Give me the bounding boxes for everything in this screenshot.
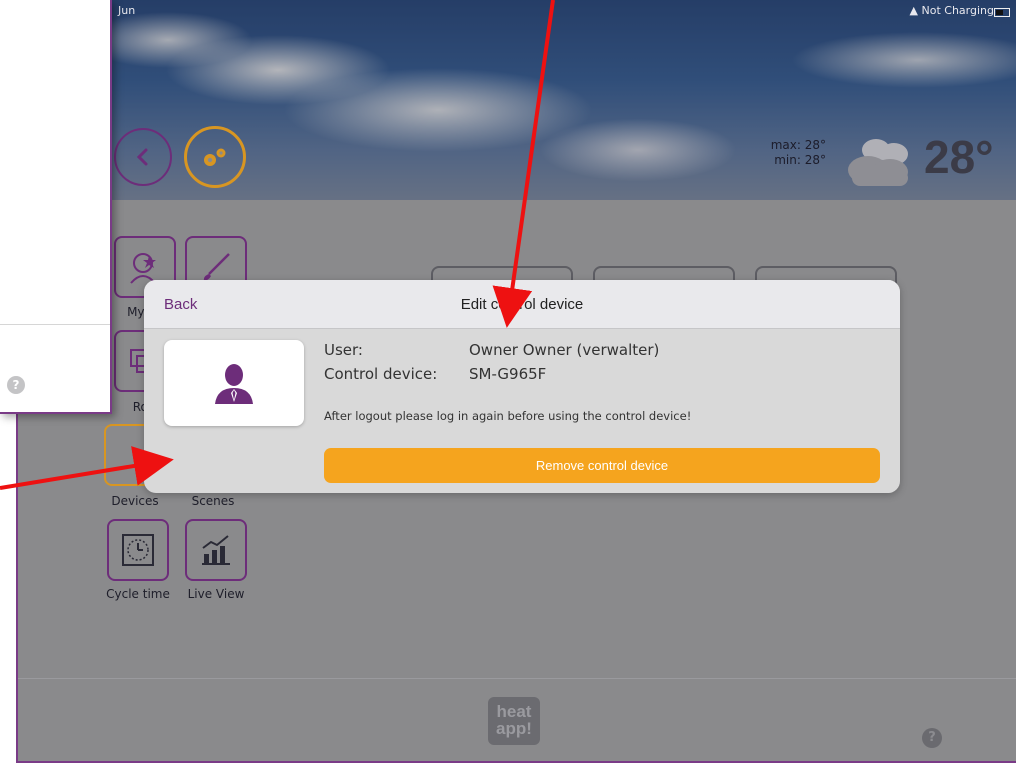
weather-maxmin: max: 28° min: 28° [756,138,826,168]
avatar [164,340,304,426]
tile-label-live-view: Live View [187,587,245,601]
heatapp-logo: heat app! [488,697,540,745]
panel-divider [0,324,110,325]
user-label: User: [324,341,363,359]
status-date: Jun [118,4,136,17]
weather-min: min: 28° [774,153,826,167]
back-button[interactable] [114,128,172,186]
chart-icon [202,535,230,565]
clock-icon [122,534,154,566]
wifi-icon: ▲ [909,4,919,17]
user-avatar-icon [215,364,253,404]
brush-icon [203,253,230,281]
dialog-title: Edit control device [460,296,584,313]
cloud-icon [848,139,908,186]
overlay-panel: ? [0,0,112,414]
remove-control-device-button[interactable]: Remove control device [324,448,880,483]
user-value: Owner Owner (verwalter) [469,341,660,359]
logo-line-1: heat [496,702,532,721]
weather-widget: max: 28° min: 28° 28° [756,126,1016,196]
logout-note: After logout please log in again before … [324,409,692,423]
tile-label-devices: Devices [111,494,159,508]
control-device-label: Control device: [324,365,438,383]
battery-icon [994,8,1010,17]
logo-line-2: app! [496,719,532,738]
edit-control-device-dialog: Back Edit control device User: Owner Own… [144,280,900,493]
charging-text: Not Charging [921,4,994,17]
tile-label-scenes: Scenes [191,494,235,508]
tile-cycle-time[interactable] [107,519,169,581]
weather-max: max: 28° [770,138,826,152]
tile-label-cycle-time: Cycle time [106,587,170,601]
status-bar: Jun ▲ Not Charging [18,0,1016,22]
help-icon[interactable]: ? [922,728,942,748]
status-charging: ▲ Not Charging [910,4,994,17]
control-device-value: SM-G965F [469,365,547,383]
footer-divider [18,678,1016,679]
weather-temperature: 28° [924,131,994,183]
back-chevron-icon [136,148,148,166]
settings-gears-icon [204,148,226,166]
settings-button[interactable] [184,126,246,188]
tile-live-view[interactable] [185,519,247,581]
panel-help-icon[interactable]: ? [7,376,25,394]
dialog-header: Back Edit control device [144,280,900,329]
